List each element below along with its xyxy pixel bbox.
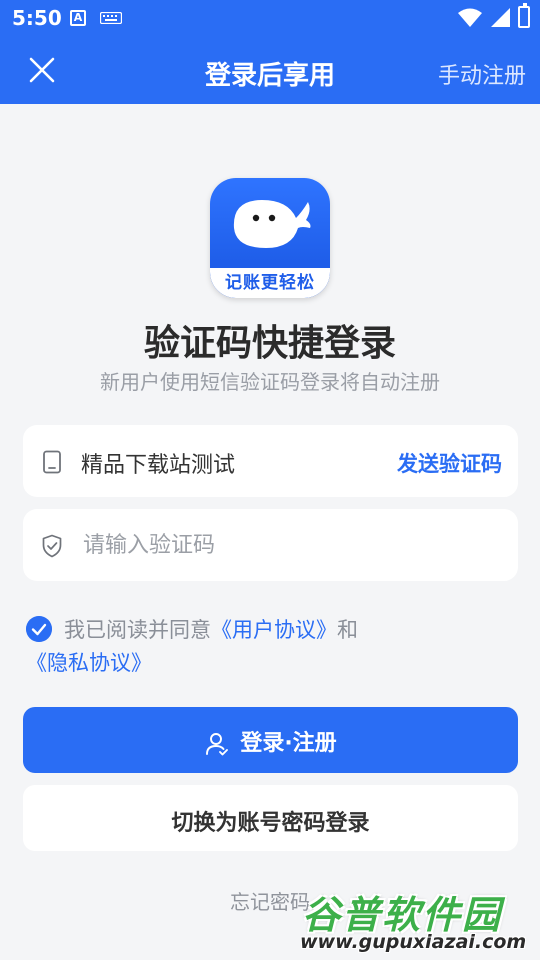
agreement-prefix: 我已阅读并同意: [64, 618, 211, 642]
app-logo: 记账更轻松: [210, 178, 330, 298]
text-input-indicator-icon: A: [70, 10, 86, 26]
login-register-content: 登录·注册: [23, 725, 518, 757]
user-agreement-link[interactable]: 《用户协议》: [211, 618, 337, 642]
status-bar: 5:50 A: [0, 0, 540, 36]
app-bar: 登录后享用 手动注册: [0, 36, 540, 104]
phone-value: 精品下载站测试: [81, 453, 236, 478]
watermark-url: www.gupuxiazai.com: [300, 931, 527, 953]
login-register-label: 登录·注册: [240, 731, 337, 756]
logo-text: 记账更轻松: [225, 273, 315, 293]
keyboard-icon: [100, 12, 122, 24]
battery-icon: [518, 3, 530, 28]
wifi-icon: [458, 8, 482, 27]
signal-icon: [491, 8, 510, 27]
agreement-checkbox[interactable]: [26, 616, 52, 642]
login-subheading: 新用户使用短信验证码登录将自动注册: [100, 370, 440, 394]
user-icon: [206, 733, 229, 756]
agreement-line-1: 我已阅读并同意《用户协议》和: [64, 614, 358, 647]
switch-password-login-button[interactable]: 切换为账号密码登录: [23, 785, 518, 851]
verification-code-input[interactable]: [81, 527, 485, 563]
manual-register-link[interactable]: 手动注册: [438, 58, 526, 90]
agreement-conjunction: 和: [337, 618, 358, 642]
privacy-agreement-link[interactable]: 《隐私协议》: [26, 647, 152, 680]
shield-check-icon: [42, 534, 62, 558]
whale-icon: [233, 200, 311, 248]
phone-field[interactable]: 精品下载站测试 发送验证码: [23, 425, 518, 497]
verification-code-field[interactable]: [23, 509, 518, 581]
login-heading: 验证码快捷登录: [143, 323, 396, 364]
phone-icon: [43, 450, 61, 474]
login-register-button[interactable]: 登录·注册: [23, 707, 518, 773]
switch-password-login-label: 切换为账号密码登录: [171, 811, 370, 836]
send-code-button[interactable]: 发送验证码: [397, 448, 502, 478]
forgot-password-link[interactable]: 忘记密码: [0, 886, 540, 915]
status-time: 5:50: [12, 6, 62, 30]
